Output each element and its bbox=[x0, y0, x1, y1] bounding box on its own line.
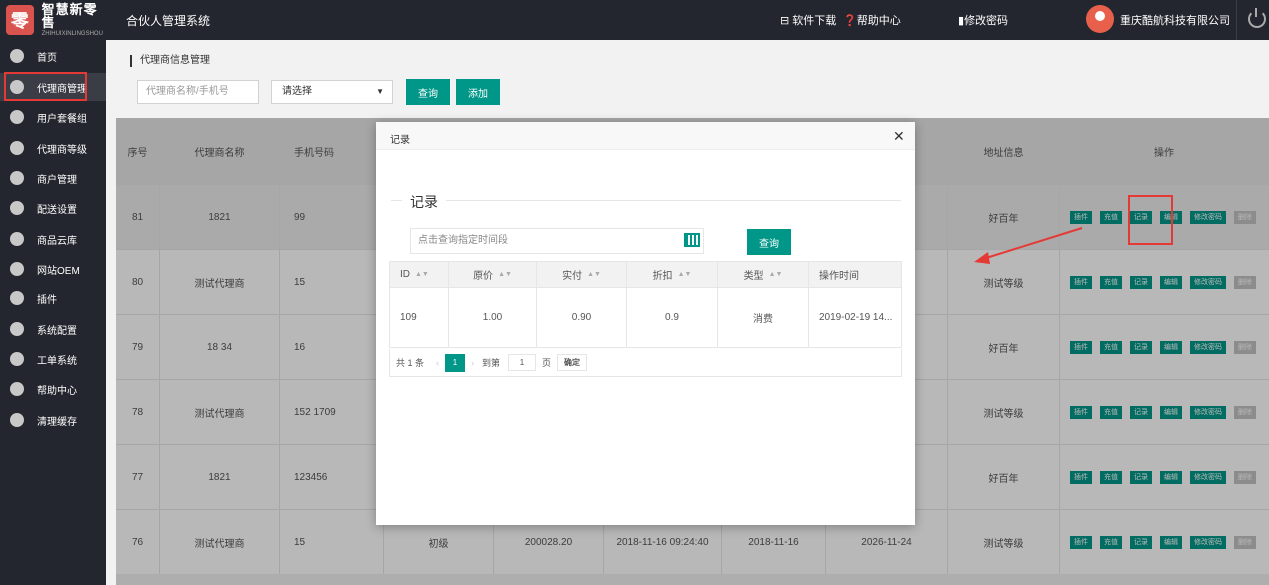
merchant-icon bbox=[10, 171, 24, 185]
add-button[interactable]: 添加 bbox=[456, 79, 500, 105]
change-password-link[interactable]: ▮修改密码 bbox=[958, 12, 1008, 28]
sidebar-item-label: 配送设置 bbox=[37, 204, 77, 216]
page-current[interactable]: 1 bbox=[445, 353, 466, 372]
cell-discount: 0.9 bbox=[627, 288, 718, 347]
system-title: 合伙人管理系统 bbox=[126, 14, 211, 28]
company-name[interactable]: 重庆酷航科技有限公司 bbox=[1120, 12, 1230, 28]
confirm-button[interactable]: 确定 bbox=[557, 354, 588, 371]
level-select[interactable]: 请选择 ▼ bbox=[271, 80, 393, 104]
goto-label: 到第 bbox=[482, 358, 501, 368]
header-discount[interactable]: 折扣 ▲▼ bbox=[627, 262, 718, 287]
annotation-box bbox=[1128, 195, 1173, 245]
sort-icon: ▲▼ bbox=[587, 271, 601, 278]
sidebar-item-label: 代理商等级 bbox=[37, 144, 87, 156]
close-icon[interactable]: ✕ bbox=[893, 128, 905, 145]
sidebar-item-9[interactable]: 系统配置 bbox=[0, 315, 106, 343]
ticket-icon bbox=[10, 352, 24, 366]
logo-subtext: ZHIHUIXINLINGSHOU bbox=[41, 31, 103, 37]
prev-page-icon[interactable]: ‹ bbox=[436, 358, 439, 368]
plugin-icon bbox=[10, 291, 24, 305]
divider bbox=[1236, 0, 1237, 40]
query-button[interactable]: 查询 bbox=[406, 79, 450, 105]
sidebar-item-label: 插件 bbox=[37, 294, 57, 306]
date-range-input[interactable]: 点击查询指定时间段 bbox=[410, 228, 704, 254]
oem-icon bbox=[10, 262, 24, 276]
sidebar-item-label: 商品云库 bbox=[37, 235, 77, 247]
sidebar-item-11[interactable]: 帮助中心 bbox=[0, 375, 106, 403]
header-paid[interactable]: 实付 ▲▼ bbox=[537, 262, 627, 287]
sidebar-item-12[interactable]: 清理缓存 bbox=[0, 406, 106, 434]
breadcrumb: 代理商信息管理 bbox=[130, 55, 210, 67]
logo-text: 智慧新零售 bbox=[41, 2, 98, 30]
power-icon[interactable] bbox=[1248, 8, 1266, 28]
sidebar-item-label: 帮助中心 bbox=[37, 385, 77, 397]
next-page-icon[interactable]: › bbox=[471, 358, 474, 368]
sidebar-item-7[interactable]: 网站OEM bbox=[0, 255, 106, 283]
table-row: 109 1.00 0.90 0.9 消费 2019-02-19 14... bbox=[389, 288, 902, 348]
avatar[interactable] bbox=[1086, 5, 1114, 33]
header-type[interactable]: 类型 ▲▼ bbox=[718, 262, 809, 287]
sort-icon: ▲▼ bbox=[415, 271, 429, 278]
header-id[interactable]: ID ▲▼ bbox=[390, 262, 449, 287]
sidebar-item-label: 首页 bbox=[37, 52, 57, 64]
modal-query-button[interactable]: 查询 bbox=[747, 229, 791, 255]
sidebar-item-label: 用户套餐组 bbox=[37, 113, 87, 125]
sidebar-item-label: 工单系统 bbox=[37, 355, 77, 367]
cell-price: 1.00 bbox=[449, 288, 537, 347]
sidebar-item-label: 网站OEM bbox=[37, 265, 80, 277]
pagination: 共 1 条 ‹ 1 › 到第 1 页 确定 bbox=[389, 349, 902, 377]
home-icon bbox=[10, 49, 24, 63]
trash-icon bbox=[10, 413, 24, 427]
page-input[interactable]: 1 bbox=[508, 354, 537, 371]
chevron-down-icon: ▼ bbox=[376, 87, 384, 96]
sidebar-item-label: 系统配置 bbox=[37, 325, 77, 337]
help-link[interactable]: ❓帮助中心 bbox=[843, 12, 901, 28]
sort-icon: ▲▼ bbox=[677, 271, 692, 278]
sort-icon: ▲▼ bbox=[498, 271, 512, 278]
sidebar-item-10[interactable]: 工单系统 bbox=[0, 345, 106, 373]
sidebar-item-2[interactable]: 用户套餐组 bbox=[0, 103, 106, 131]
cell-paid: 0.90 bbox=[537, 288, 627, 347]
level-icon bbox=[10, 141, 24, 155]
page-label: 页 bbox=[542, 358, 552, 368]
divider bbox=[391, 200, 901, 201]
top-bar: 零 智慧新零售 ZHIHUIXINLINGSHOU 合伙人管理系统 ⊟ 软件下载… bbox=[0, 0, 1269, 40]
calendar-icon[interactable] bbox=[684, 233, 700, 247]
sidebar-item-5[interactable]: 配送设置 bbox=[0, 194, 106, 222]
record-modal: 记录 ✕ 记录 点击查询指定时间段 查询 ID ▲▼ 原价 ▲▼ 实付 ▲▼ 折扣 ▲▼… bbox=[376, 122, 915, 525]
sidebar-item-label: 商户管理 bbox=[37, 174, 77, 186]
sidebar-item-8[interactable]: 插件 bbox=[0, 284, 106, 312]
help-icon bbox=[10, 382, 24, 396]
logo-icon: 零 bbox=[6, 5, 34, 35]
sort-icon: ▲▼ bbox=[768, 271, 783, 278]
modal-title: 记录 bbox=[390, 135, 410, 146]
sidebar-item-label: 清理缓存 bbox=[37, 416, 77, 428]
sidebar-item-6[interactable]: 商品云库 bbox=[0, 225, 106, 253]
section-title: 记录 bbox=[402, 192, 446, 212]
search-input[interactable]: 代理商名称/手机号 bbox=[137, 80, 259, 104]
delivery-icon bbox=[10, 201, 24, 215]
cloud-icon bbox=[10, 232, 24, 246]
sidebar-item-3[interactable]: 代理商等级 bbox=[0, 134, 106, 162]
logo[interactable]: 零 智慧新零售 ZHIHUIXINLINGSHOU bbox=[6, 2, 106, 37]
download-link[interactable]: ⊟ 软件下载 bbox=[780, 12, 836, 28]
cell-time: 2019-02-19 14... bbox=[819, 312, 893, 323]
sidebar-item-0[interactable]: 首页 bbox=[0, 42, 106, 70]
active-highlight-box bbox=[4, 72, 87, 101]
cell-id: 109 bbox=[390, 288, 449, 347]
record-table-header: ID ▲▼ 原价 ▲▼ 实付 ▲▼ 折扣 ▲▼ 类型 ▲▼ 操作时间 bbox=[389, 261, 902, 288]
sidebar-item-4[interactable]: 商户管理 bbox=[0, 164, 106, 192]
config-icon bbox=[10, 322, 24, 336]
header-time: 操作时间 bbox=[819, 271, 859, 282]
modal-header: 记录 ✕ bbox=[376, 122, 915, 150]
total-count: 共 1 条 bbox=[396, 358, 425, 368]
cell-type: 消费 bbox=[718, 288, 809, 347]
header-price[interactable]: 原价 ▲▼ bbox=[449, 262, 537, 287]
package-icon bbox=[10, 110, 24, 124]
